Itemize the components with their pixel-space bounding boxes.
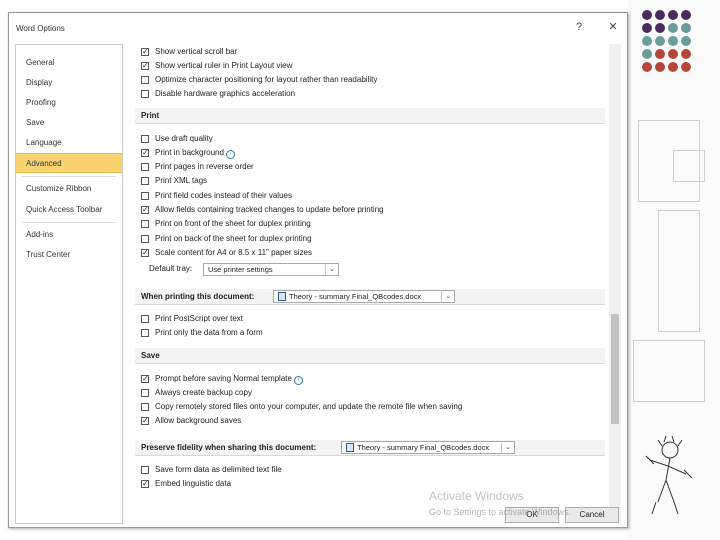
- checkbox[interactable]: ✓: [141, 62, 149, 70]
- checkbox[interactable]: [141, 177, 149, 185]
- nav-quick-access-toolbar[interactable]: Quick Access Toolbar: [16, 200, 122, 220]
- checkbox[interactable]: [141, 163, 149, 171]
- advanced-options-panel: ✓ Show vertical scroll bar ✓ Show vertic…: [127, 44, 623, 522]
- checkbox[interactable]: [141, 389, 149, 397]
- person-sketch-icon: [645, 435, 693, 515]
- decorative-dot: [655, 62, 665, 72]
- nav-trust-center[interactable]: Trust Center: [16, 245, 122, 265]
- decorative-dot: [668, 49, 678, 59]
- checkbox[interactable]: ✓: [141, 48, 149, 56]
- decorative-dot: [681, 10, 691, 20]
- checkbox[interactable]: ✓: [141, 417, 149, 425]
- checkbox[interactable]: [141, 403, 149, 411]
- decorative-dot: [642, 36, 652, 46]
- nav-save[interactable]: Save: [16, 113, 122, 133]
- when-printing-document-dropdown[interactable]: Theory - summary Final_QBcodes.docx ⌄: [273, 290, 455, 303]
- nav-proofing[interactable]: Proofing: [16, 93, 122, 113]
- checkbox[interactable]: ✓: [141, 206, 149, 214]
- default-tray-dropdown[interactable]: Use printer settings ⌄: [203, 263, 339, 276]
- checkbox[interactable]: [141, 235, 149, 243]
- checkbox[interactable]: [141, 315, 149, 323]
- title-bar: Word Options ? ✕: [9, 13, 627, 43]
- nav-customize-ribbon[interactable]: Customize Ribbon: [16, 179, 122, 199]
- checkbox[interactable]: ✓: [141, 249, 149, 257]
- word-document-icon: [346, 443, 354, 452]
- decorative-dot: [642, 49, 652, 59]
- checkbox[interactable]: ✓: [141, 375, 149, 383]
- cancel-button[interactable]: Cancel: [565, 507, 619, 523]
- nav-general[interactable]: General: [16, 53, 122, 73]
- activate-windows-watermark: Activate Windows: [429, 489, 524, 503]
- checkbox[interactable]: ✓: [141, 480, 149, 488]
- help-button[interactable]: ?: [569, 18, 589, 36]
- close-button[interactable]: ✕: [603, 18, 623, 36]
- nav-advanced[interactable]: Advanced: [16, 153, 122, 173]
- nav-divider: [22, 222, 116, 223]
- decorative-dot: [642, 62, 652, 72]
- decorative-dot: [655, 49, 665, 59]
- options-nav: General Display Proofing Save Language A…: [15, 44, 123, 524]
- decorative-dot: [668, 36, 678, 46]
- nav-divider: [22, 176, 116, 177]
- decorative-dot: [668, 23, 678, 33]
- checkbox[interactable]: ✓: [141, 149, 149, 157]
- decorative-dot: [642, 23, 652, 33]
- checkbox[interactable]: [141, 135, 149, 143]
- checkbox[interactable]: [141, 192, 149, 200]
- checkbox[interactable]: [141, 466, 149, 474]
- preserve-fidelity-document-dropdown[interactable]: Theory - summary Final_QBcodes.docx ⌄: [341, 441, 515, 454]
- scrollbar-thumb[interactable]: [611, 314, 619, 424]
- dialog-title: Word Options: [16, 24, 65, 33]
- nav-add-ins[interactable]: Add-ins: [16, 225, 122, 245]
- decorative-dot: [655, 10, 665, 20]
- chevron-down-icon: ⌄: [501, 442, 514, 453]
- decorative-dot: [681, 49, 691, 59]
- checkbox[interactable]: [141, 220, 149, 228]
- section-header-print: Print: [135, 108, 605, 124]
- checkbox[interactable]: [141, 76, 149, 84]
- word-options-dialog: Word Options ? ✕ General Display Proofin…: [8, 12, 628, 528]
- activate-windows-hint: Go to Settings to activate Windows.: [429, 507, 572, 517]
- chevron-down-icon: ⌄: [441, 291, 454, 302]
- decorative-dot: [681, 62, 691, 72]
- nav-language[interactable]: Language: [16, 133, 122, 153]
- decorative-dot: [681, 36, 691, 46]
- checkbox[interactable]: [141, 329, 149, 337]
- circuit-trace: [633, 340, 705, 402]
- info-icon: i: [225, 150, 235, 159]
- info-icon: i: [293, 376, 303, 385]
- decorative-dot: [681, 23, 691, 33]
- vertical-scrollbar[interactable]: [609, 44, 621, 522]
- decorative-dot: [668, 10, 678, 20]
- decorative-dot: [655, 23, 665, 33]
- decorative-dot: [655, 36, 665, 46]
- nav-display[interactable]: Display: [16, 73, 122, 93]
- checkbox[interactable]: [141, 90, 149, 98]
- circuit-trace: [673, 150, 705, 182]
- section-header-save: Save: [135, 348, 605, 364]
- decorative-dot: [668, 62, 678, 72]
- chevron-down-icon: ⌄: [325, 264, 338, 275]
- decorative-dot: [642, 10, 652, 20]
- word-document-icon: [278, 292, 286, 301]
- default-tray-label: Default tray:: [149, 264, 193, 273]
- circuit-trace: [658, 210, 700, 332]
